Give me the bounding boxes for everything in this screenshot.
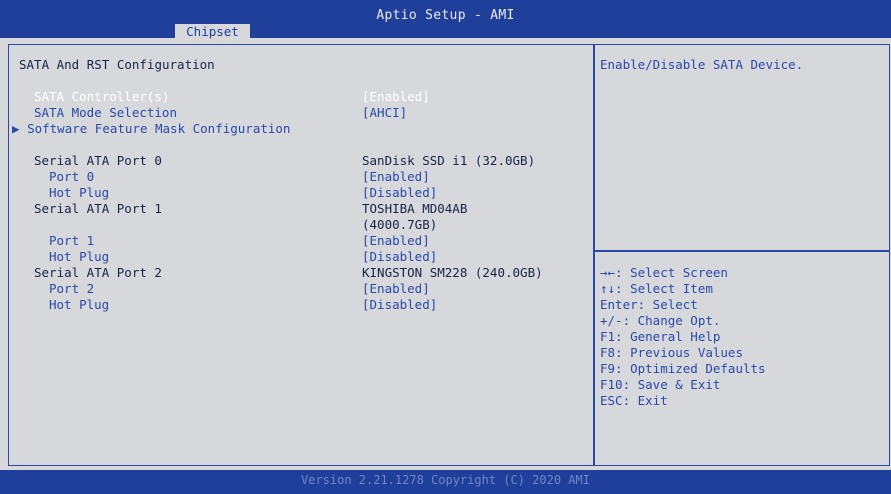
key-hint: F8: Previous Values [600, 345, 743, 360]
port-0-hotplug-value[interactable]: [Disabled] [362, 185, 437, 200]
tab-chipset[interactable]: Chipset [175, 24, 250, 40]
software-feature-mask-item[interactable]: ▶ Software Feature Mask Configuration [12, 121, 290, 136]
key-hint: F9: Optimized Defaults [600, 361, 766, 376]
port-1-label[interactable]: Port 1 [49, 233, 94, 248]
section-title: SATA And RST Configuration [19, 57, 215, 72]
help-divider [594, 250, 889, 252]
serial-ata-port-1-device-line2: (4000.7GB) [362, 217, 438, 232]
key-hint: F10: Save & Exit [600, 377, 721, 392]
serial-ata-port-2-device: KINGSTON SM228 (240.0GB) [362, 265, 543, 280]
panel-divider [593, 44, 595, 466]
sata-controller-value[interactable]: [Enabled] [362, 89, 430, 104]
key-hint: +/-: Change Opt. [600, 313, 721, 328]
software-feature-mask-label: Software Feature Mask Configuration [27, 121, 291, 136]
key-hint: ESC: Exit [600, 393, 668, 408]
port-1-hotplug-label[interactable]: Hot Plug [49, 249, 109, 264]
help-description: Enable/Disable SATA Device. [600, 57, 804, 72]
serial-ata-port-0-device: SanDisk SSD i1 (32.0GB) [362, 153, 536, 168]
serial-ata-port-2-label: Serial ATA Port 2 [34, 265, 162, 280]
key-hint: ↑↓: Select Item [600, 281, 713, 296]
port-2-hotplug-value[interactable]: [Disabled] [362, 297, 437, 312]
sata-mode-value[interactable]: [AHCI] [362, 105, 407, 120]
sata-controller-label[interactable]: SATA Controller(s) [34, 89, 169, 104]
footer-bar: Version 2.21.1278 Copyright (C) 2020 AMI [0, 470, 891, 494]
app-title: Aptio Setup - AMI [376, 8, 515, 23]
title-bar: Aptio Setup - AMI Chipset [0, 0, 891, 40]
port-0-hotplug-label[interactable]: Hot Plug [49, 185, 109, 200]
key-hint: Enter: Select [600, 297, 698, 312]
sata-mode-label[interactable]: SATA Mode Selection [34, 105, 177, 120]
port-2-value[interactable]: [Enabled] [362, 281, 430, 296]
key-hint: F1: General Help [600, 329, 721, 344]
port-0-value[interactable]: [Enabled] [362, 169, 430, 184]
serial-ata-port-1-label: Serial ATA Port 1 [34, 201, 162, 216]
port-0-label[interactable]: Port 0 [49, 169, 94, 184]
serial-ata-port-0-label: Serial ATA Port 0 [34, 153, 162, 168]
version-text: Version 2.21.1278 Copyright (C) 2020 AMI [301, 473, 590, 487]
serial-ata-port-1-device-line1: TOSHIBA MD04AB [362, 201, 468, 216]
submenu-arrow-icon: ▶ [12, 121, 20, 136]
port-2-label[interactable]: Port 2 [49, 281, 94, 296]
port-1-hotplug-value[interactable]: [Disabled] [362, 249, 437, 264]
port-1-value[interactable]: [Enabled] [362, 233, 430, 248]
port-2-hotplug-label[interactable]: Hot Plug [49, 297, 109, 312]
key-hint: →←: Select Screen [600, 265, 728, 280]
